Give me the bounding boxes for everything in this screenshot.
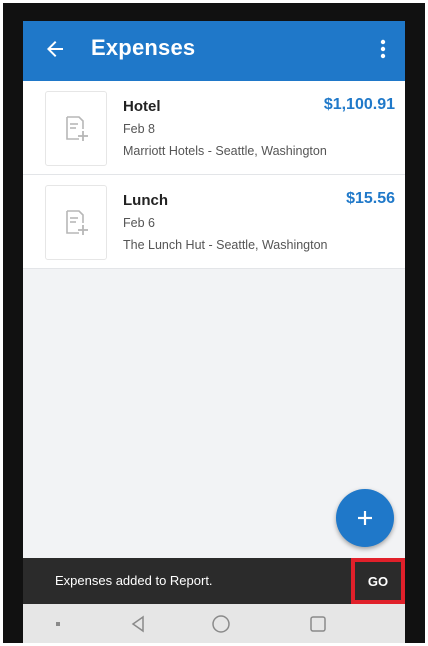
- page-title: Expenses: [91, 35, 196, 60]
- recents-dot-button[interactable]: [43, 604, 73, 643]
- add-receipt-icon: [66, 209, 88, 235]
- expense-amount: $1,100.91: [323, 96, 395, 113]
- snackbar-message: Expenses added to Report.: [55, 573, 213, 588]
- app-bar: Expenses: [23, 21, 405, 81]
- expense-name: Hotel: [123, 98, 161, 115]
- nav-home-button[interactable]: [201, 604, 241, 643]
- app-screen: Expenses Hotel $1,100.91 Feb 8 Marriott …: [23, 21, 405, 643]
- expense-merchant: The Lunch Hut - Seattle, Washington: [123, 238, 328, 252]
- nav-overview-button[interactable]: [298, 604, 338, 643]
- add-expense-button[interactable]: [336, 489, 394, 547]
- expense-item-hotel[interactable]: Hotel $1,100.91 Feb 8 Marriott Hotels - …: [23, 81, 405, 175]
- expense-list: Hotel $1,100.91 Feb 8 Marriott Hotels - …: [23, 81, 405, 269]
- receipt-thumbnail[interactable]: [45, 91, 107, 166]
- receipt-thumbnail[interactable]: [45, 185, 107, 260]
- more-vert-icon[interactable]: [371, 35, 395, 63]
- overview-square-icon: [310, 615, 326, 632]
- recents-dot-icon: [56, 621, 60, 626]
- back-arrow-icon[interactable]: [43, 37, 67, 61]
- expense-item-lunch[interactable]: Lunch $15.56 Feb 6 The Lunch Hut - Seatt…: [23, 175, 405, 269]
- plus-icon: [358, 511, 372, 525]
- nav-back-button[interactable]: [118, 604, 158, 643]
- expense-date: Feb 8: [123, 122, 155, 136]
- snackbar: Expenses added to Report. GO: [23, 558, 405, 604]
- expense-merchant: Marriott Hotels - Seattle, Washington: [123, 144, 327, 158]
- expense-date: Feb 6: [123, 216, 155, 230]
- expense-amount: $15.56: [346, 190, 395, 207]
- device-frame: Expenses Hotel $1,100.91 Feb 8 Marriott …: [3, 3, 425, 643]
- go-button[interactable]: GO: [351, 558, 405, 604]
- add-receipt-icon: [66, 115, 88, 141]
- back-triangle-icon: [131, 615, 144, 632]
- system-nav-bar: [23, 604, 405, 643]
- home-circle-icon: [212, 614, 230, 633]
- expense-name: Lunch: [123, 192, 168, 209]
